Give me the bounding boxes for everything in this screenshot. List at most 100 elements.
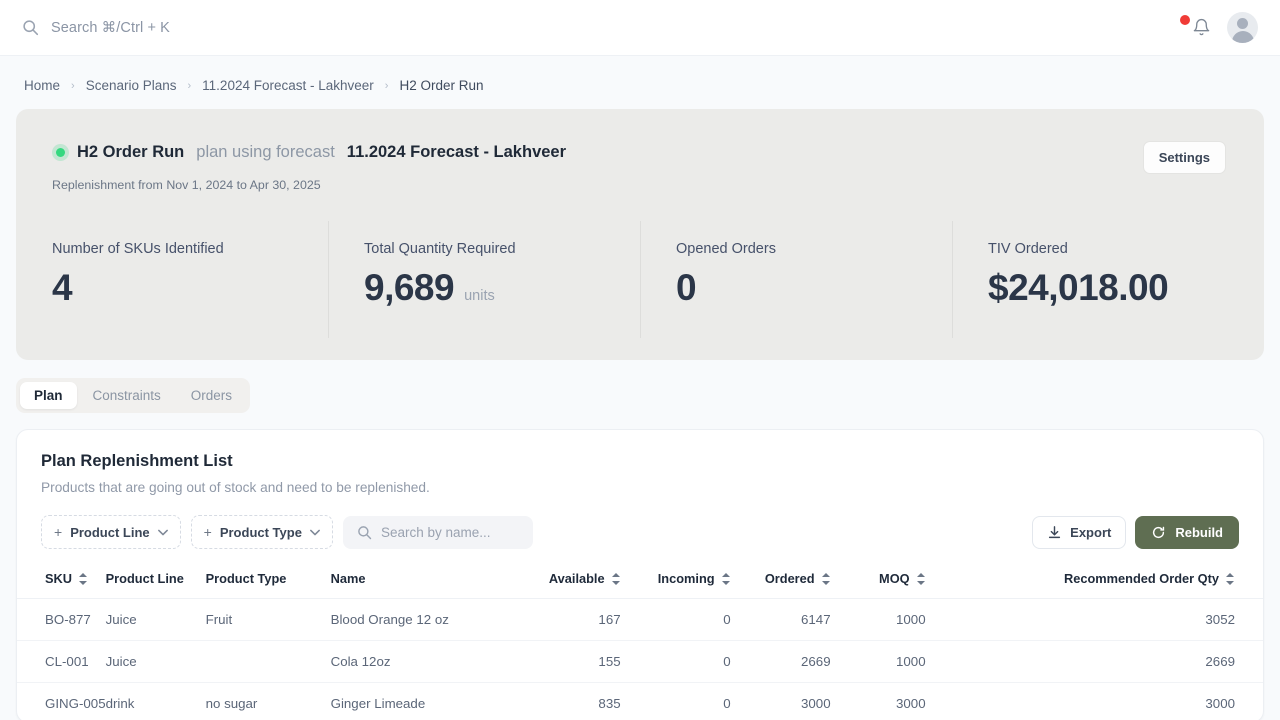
page-title: H2 Order Run bbox=[77, 143, 185, 161]
column-header-available[interactable]: Available bbox=[530, 563, 621, 599]
panel-subtitle: Products that are going out of stock and… bbox=[41, 480, 430, 495]
cell-incoming: 0 bbox=[620, 640, 731, 683]
summary-stats-row: Number of SKUs Identified 4 Total Quanti… bbox=[16, 219, 1264, 360]
export-button[interactable]: Export bbox=[1032, 515, 1127, 549]
stat-label: Opened Orders bbox=[676, 241, 776, 257]
filter-product-line[interactable]: + Product Line bbox=[41, 515, 181, 549]
table-row[interactable]: CL-001 Juice Cola 12oz 155 0 2669 1000 2… bbox=[17, 640, 1263, 683]
cell-product-type: no sugar bbox=[205, 682, 331, 720]
column-header-sku[interactable]: SKU bbox=[17, 563, 106, 599]
cell-sku: GING-005 bbox=[17, 682, 106, 720]
breadcrumb-separator-icon: › bbox=[187, 79, 192, 92]
download-icon bbox=[1047, 525, 1062, 540]
column-label: Product Line bbox=[105, 571, 184, 586]
plan-replenishment-panel: Plan Replenishment List Products that ar… bbox=[16, 429, 1264, 720]
sort-icon bbox=[1226, 572, 1235, 585]
cell-incoming: 0 bbox=[620, 682, 731, 720]
table-search-input[interactable]: Search by name... bbox=[342, 515, 533, 549]
table-header-row: SKU Product Line Product Type Name Avail… bbox=[17, 563, 1263, 599]
cell-name: Blood Orange 12 oz bbox=[330, 598, 531, 641]
stat-value: 4 bbox=[52, 267, 73, 308]
breadcrumb-item-home[interactable]: Home bbox=[24, 78, 60, 93]
tab-bar: Plan Constraints Orders bbox=[16, 378, 251, 413]
breadcrumb-separator-icon: › bbox=[384, 79, 389, 92]
breadcrumb-separator-icon: › bbox=[71, 79, 75, 92]
chevron-down-icon bbox=[310, 529, 320, 536]
plus-icon: + bbox=[203, 524, 212, 540]
cell-moq: 1000 bbox=[830, 640, 926, 683]
sort-icon bbox=[821, 572, 831, 585]
cell-product-line: Juice bbox=[105, 640, 206, 683]
plan-summary-card: H2 Order Run plan using forecast 11.2024… bbox=[16, 109, 1264, 360]
stat-value-wrap: 9,689 units bbox=[364, 267, 640, 309]
cell-ordered: 2669 bbox=[730, 640, 831, 683]
column-header-product-line[interactable]: Product Line bbox=[105, 563, 206, 599]
breadcrumb-item-forecast[interactable]: 11.2024 Forecast - Lakhveer bbox=[202, 78, 374, 93]
top-bar-actions bbox=[1180, 12, 1258, 43]
stat-card-tiv-ordered: TIV Ordered $24,018.00 bbox=[952, 219, 1264, 360]
column-header-name[interactable]: Name bbox=[330, 563, 531, 599]
cell-moq: 1000 bbox=[830, 598, 926, 641]
filter-product-type[interactable]: + Product Type bbox=[190, 515, 333, 549]
notification-badge-icon bbox=[1180, 14, 1190, 25]
stat-label: TIV Ordered bbox=[988, 241, 1068, 257]
tab-orders[interactable]: Orders bbox=[177, 382, 246, 409]
table-row[interactable]: BO-877 Juice Fruit Blood Orange 12 oz 16… bbox=[17, 598, 1263, 641]
breadcrumb: Home › Scenario Plans › 11.2024 Forecast… bbox=[0, 56, 1280, 109]
cell-name: Cola 12oz bbox=[330, 640, 531, 683]
cell-product-type bbox=[205, 640, 331, 683]
global-search-input[interactable]: Search ⌘/Ctrl + K bbox=[22, 19, 1189, 36]
avatar[interactable] bbox=[1227, 12, 1258, 43]
column-header-moq[interactable]: MOQ bbox=[830, 563, 926, 599]
cell-product-type: Fruit bbox=[205, 598, 331, 641]
search-icon bbox=[357, 525, 372, 540]
column-label: SKU bbox=[45, 571, 73, 586]
cell-moq: 3000 bbox=[830, 682, 926, 720]
avatar-body-icon bbox=[1231, 31, 1254, 43]
column-header-incoming[interactable]: Incoming bbox=[620, 563, 731, 599]
column-label: Recommended Order Qty bbox=[1063, 571, 1219, 586]
chevron-down-icon bbox=[157, 529, 168, 536]
table-row[interactable]: GING-005 drink no sugar Ginger Limeade 8… bbox=[17, 682, 1263, 720]
rebuild-button[interactable]: Rebuild bbox=[1135, 515, 1239, 549]
column-label: Product Type bbox=[205, 571, 287, 586]
breadcrumb-item-scenario-plans[interactable]: Scenario Plans bbox=[86, 78, 177, 93]
table-body: BO-877 Juice Fruit Blood Orange 12 oz 16… bbox=[17, 598, 1263, 720]
cell-sku: CL-001 bbox=[17, 640, 106, 683]
cell-available: 835 bbox=[530, 682, 621, 720]
plan-middle-text: plan using forecast bbox=[196, 143, 335, 161]
table-header: SKU Product Line Product Type Name Avail… bbox=[17, 563, 1263, 599]
tab-plan[interactable]: Plan bbox=[20, 382, 77, 409]
stat-label: Total Quantity Required bbox=[364, 241, 516, 257]
stat-value-wrap: 0 bbox=[676, 267, 952, 309]
export-label: Export bbox=[1070, 524, 1112, 540]
top-bar: Search ⌘/Ctrl + K bbox=[0, 0, 1280, 56]
panel-title: Plan Replenishment List bbox=[41, 452, 233, 470]
sort-icon bbox=[79, 572, 88, 585]
forecast-name: 11.2024 Forecast - Lakhveer bbox=[346, 143, 567, 161]
plan-summary-header: H2 Order Run plan using forecast 11.2024… bbox=[16, 109, 1264, 192]
global-search-placeholder: Search ⌘/Ctrl + K bbox=[51, 19, 170, 36]
status-indicator-icon bbox=[56, 148, 65, 157]
cell-available: 155 bbox=[530, 640, 621, 683]
cell-name: Ginger Limeade bbox=[330, 682, 531, 720]
column-header-recommended-order-qty[interactable]: Recommended Order Qty bbox=[925, 563, 1263, 599]
column-label: Incoming bbox=[657, 571, 715, 586]
column-header-ordered[interactable]: Ordered bbox=[730, 563, 831, 599]
column-label: MOQ bbox=[879, 571, 910, 586]
stat-value: $24,018.00 bbox=[988, 267, 1169, 308]
cell-ordered: 3000 bbox=[730, 682, 831, 720]
avatar-head-icon bbox=[1237, 18, 1248, 29]
tab-constraints[interactable]: Constraints bbox=[79, 382, 175, 409]
search-icon bbox=[22, 19, 39, 36]
sort-icon bbox=[721, 572, 731, 585]
column-header-product-type[interactable]: Product Type bbox=[205, 563, 331, 599]
panel-header: Plan Replenishment List Products that ar… bbox=[17, 430, 1263, 495]
breadcrumb-item-current: H2 Order Run bbox=[399, 78, 484, 93]
replenishment-table: SKU Product Line Product Type Name Avail… bbox=[17, 563, 1263, 720]
settings-button[interactable]: Settings bbox=[1142, 141, 1226, 174]
cell-sku: BO-877 bbox=[17, 598, 106, 641]
cell-recommended: 2669 bbox=[925, 640, 1263, 683]
notifications-button[interactable] bbox=[1180, 14, 1213, 40]
cell-available: 167 bbox=[530, 598, 621, 641]
